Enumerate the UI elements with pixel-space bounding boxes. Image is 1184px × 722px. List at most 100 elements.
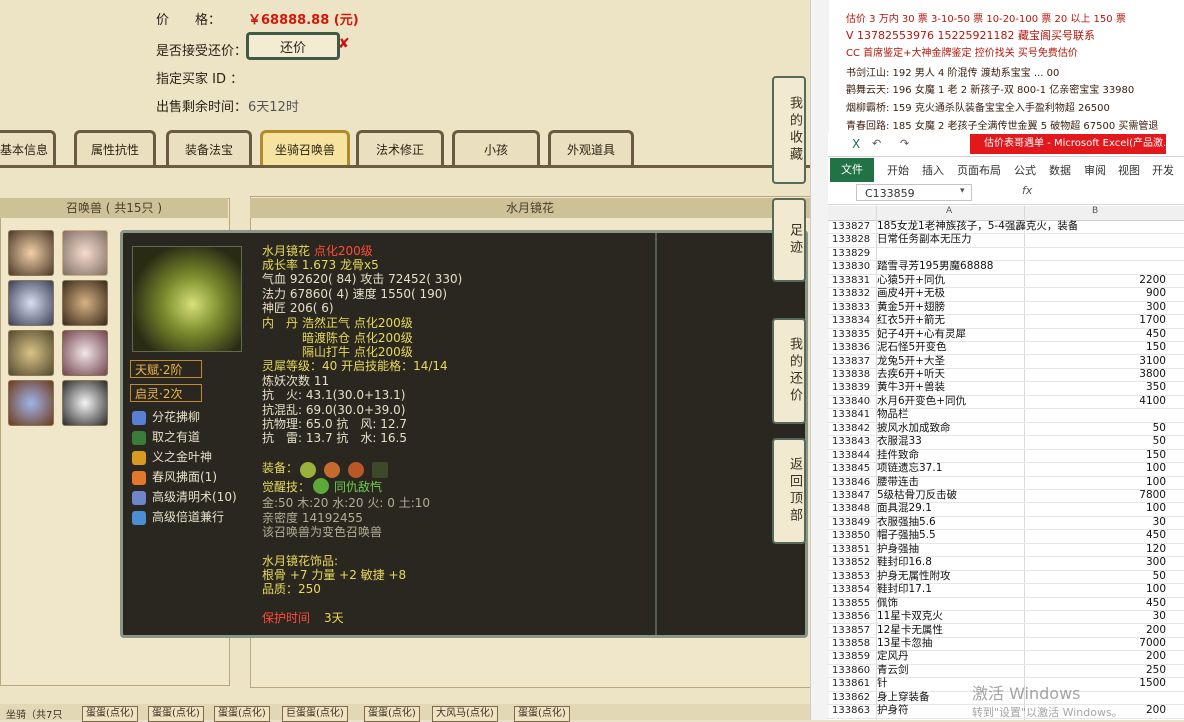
sheet-row[interactable]: 133837 龙兔5开+大圣 3100 <box>828 355 1184 369</box>
sheet-row[interactable]: 133827185女龙1老神族孩子，5-4强霹克火，装备宝宝齐全 <box>828 220 1184 235</box>
sheet-row[interactable]: 133850 帽子强抽5.5 450 <box>828 529 1184 544</box>
row-number[interactable]: 133837 <box>832 355 876 368</box>
sheet-row[interactable]: 133860 青云剑 250 <box>828 664 1184 679</box>
row-number[interactable]: 133840 <box>832 395 876 408</box>
equipment-icon[interactable] <box>372 461 389 478</box>
row-number[interactable]: 133828 <box>832 233 876 246</box>
sheet-row[interactable]: 133840 水月6开变色+同仇 4100 <box>828 395 1184 410</box>
sheet-row[interactable]: 133858 13星卡忽抽 7000 <box>828 637 1184 652</box>
footprint-button[interactable]: 足迹 <box>772 198 806 282</box>
sheet-row[interactable]: 133842 披风水加成致命 50 <box>828 422 1184 437</box>
row-number[interactable]: 133829 <box>832 247 876 260</box>
sheet-row[interactable]: 133843 衣服混33 50 <box>828 435 1184 450</box>
row-number[interactable]: 133857 <box>832 624 876 637</box>
cell-b[interactable]: 300 <box>1078 301 1166 314</box>
cell-b[interactable]: 2200 <box>1078 274 1166 287</box>
row-number[interactable]: 133844 <box>832 449 876 462</box>
equipment-icon[interactable] <box>348 461 365 478</box>
column-header-a[interactable]: A <box>946 206 952 216</box>
cell-a[interactable]: 帽子强抽5.5 <box>877 529 1077 542</box>
tab-spell-modifiers[interactable]: 法术修正 <box>356 130 444 166</box>
row-number[interactable]: 133836 <box>832 341 876 354</box>
row-number[interactable]: 133859 <box>832 650 876 663</box>
cell-a[interactable]: 泥石怪5开变色 <box>877 341 1077 354</box>
cell-b[interactable]: 100 <box>1078 583 1166 596</box>
cell-a[interactable]: 水月6开变色+同仇 <box>877 395 1077 408</box>
cell-b[interactable]: 450 <box>1078 529 1166 542</box>
row-number[interactable]: 133841 <box>832 408 876 421</box>
row-number[interactable]: 133842 <box>832 422 876 435</box>
cell-a[interactable]: 物品栏 <box>877 408 1077 421</box>
cell-a[interactable]: 妃子4开+心有灵犀 <box>877 328 1077 341</box>
row-number[interactable]: 133849 <box>832 516 876 529</box>
cell-b[interactable]: 30 <box>1078 610 1166 623</box>
sheet-row[interactable]: 133831 心猿5开+同仇 2200 <box>828 274 1184 289</box>
row-number[interactable]: 133854 <box>832 583 876 596</box>
cell-a[interactable]: 鞋封印16.8 <box>877 556 1077 569</box>
sheet-row[interactable]: 133854 鞋封印17.1 100 <box>828 583 1184 598</box>
row-number[interactable]: 133860 <box>832 664 876 677</box>
row-number[interactable]: 133833 <box>832 301 876 314</box>
sheet-row[interactable]: 133834 红衣5开+箭无 1700 <box>828 314 1184 329</box>
ribbon-tab-view[interactable]: 视图 <box>1118 162 1140 178</box>
cell-b[interactable]: 50 <box>1078 570 1166 583</box>
sheet-row[interactable]: 133847 5级枯骨刀反击破 7800 <box>828 489 1184 504</box>
cell-b[interactable]: 1500 <box>1078 677 1166 690</box>
tab-mounts-summons[interactable]: 坐骑召唤兽 <box>260 130 350 166</box>
sheet-row[interactable]: 133841 物品栏 <box>828 408 1184 423</box>
cell-b[interactable]: 1700 <box>1078 314 1166 327</box>
cell-a[interactable]: 佩饰 <box>877 597 1077 610</box>
cell-b[interactable]: 50 <box>1078 435 1166 448</box>
pet-thumbnail[interactable] <box>8 280 54 326</box>
pet-thumbnail[interactable] <box>62 380 108 426</box>
cell-b[interactable]: 900 <box>1078 287 1166 300</box>
sheet-row[interactable]: 133845 项链遗忘37.1 100 <box>828 462 1184 477</box>
sheet-row[interactable]: 133853 护身无属性附攻 50 <box>828 570 1184 585</box>
pet-thumbnail[interactable] <box>62 280 108 326</box>
sheet-row[interactable]: 133849 衣服强抽5.6 30 <box>828 516 1184 531</box>
sheet-row[interactable]: 133838 去疾6开+听天 3800 <box>828 368 1184 383</box>
cell-a[interactable]: 踏雪寻芳195男魔68888 <box>877 260 1077 273</box>
cell-a[interactable]: 青云剑 <box>877 664 1077 677</box>
cell-b[interactable]: 300 <box>1078 556 1166 569</box>
sheet-row[interactable]: 133830 踏雪寻芳195男魔68888 <box>828 260 1184 275</box>
pet-thumbnail[interactable] <box>8 330 54 376</box>
sheet-row[interactable]: 133851 护身强抽 120 <box>828 543 1184 558</box>
tab-attributes[interactable]: 属性抗性 <box>74 130 156 166</box>
sheet-row[interactable]: 133848 面具混29.1 100 <box>828 502 1184 517</box>
pet-thumbnail[interactable] <box>8 380 54 426</box>
cell-b[interactable]: 450 <box>1078 597 1166 610</box>
sheet-row[interactable]: 133836 泥石怪5开变色 150 <box>828 341 1184 356</box>
cell-b[interactable]: 50 <box>1078 422 1166 435</box>
column-header-b[interactable]: B <box>1092 206 1098 216</box>
sheet-row[interactable]: 133856 11星卡双克火 30 <box>828 610 1184 625</box>
cell-a[interactable]: 衣服强抽5.6 <box>877 516 1077 529</box>
cell-b[interactable]: 7800 <box>1078 489 1166 502</box>
row-number[interactable]: 133855 <box>832 597 876 610</box>
row-number[interactable]: 133853 <box>832 570 876 583</box>
cell-a[interactable]: 心猿5开+同仇 <box>877 274 1077 287</box>
cell-b[interactable]: 200 <box>1078 650 1166 663</box>
cell-b[interactable]: 250 <box>1078 664 1166 677</box>
cell-b[interactable]: 100 <box>1078 462 1166 475</box>
sheet-row[interactable]: 133855 佩饰 450 <box>828 597 1184 612</box>
equipment-icon[interactable] <box>324 461 341 478</box>
cell-a[interactable]: 定风丹 <box>877 650 1077 663</box>
sheet-row[interactable]: 133857 12星卡无属性 200 <box>828 624 1184 638</box>
row-number[interactable]: 133835 <box>832 328 876 341</box>
ribbon-tab-insert[interactable]: 插入 <box>922 162 944 178</box>
cell-b[interactable]: 350 <box>1078 381 1166 394</box>
cell-a[interactable]: 腰带连击 <box>877 476 1077 489</box>
sheet-row[interactable]: 133844 挂件致命 150 <box>828 449 1184 464</box>
cell-b[interactable]: 150 <box>1078 341 1166 354</box>
row-number[interactable]: 133834 <box>832 314 876 327</box>
my-favorites-button[interactable]: 我的收藏 <box>772 76 806 184</box>
cell-a[interactable]: 13星卡忽抽 <box>877 637 1077 650</box>
cell-b[interactable]: 30 <box>1078 516 1166 529</box>
equipment-icon[interactable] <box>300 461 316 478</box>
row-number[interactable]: 133863 <box>832 704 876 717</box>
cell-b[interactable]: 7000 <box>1078 637 1166 650</box>
cell-b[interactable]: 4100 <box>1078 395 1166 408</box>
undo-icon[interactable]: ↶ <box>872 137 881 150</box>
cell-b[interactable]: 3800 <box>1078 368 1166 381</box>
